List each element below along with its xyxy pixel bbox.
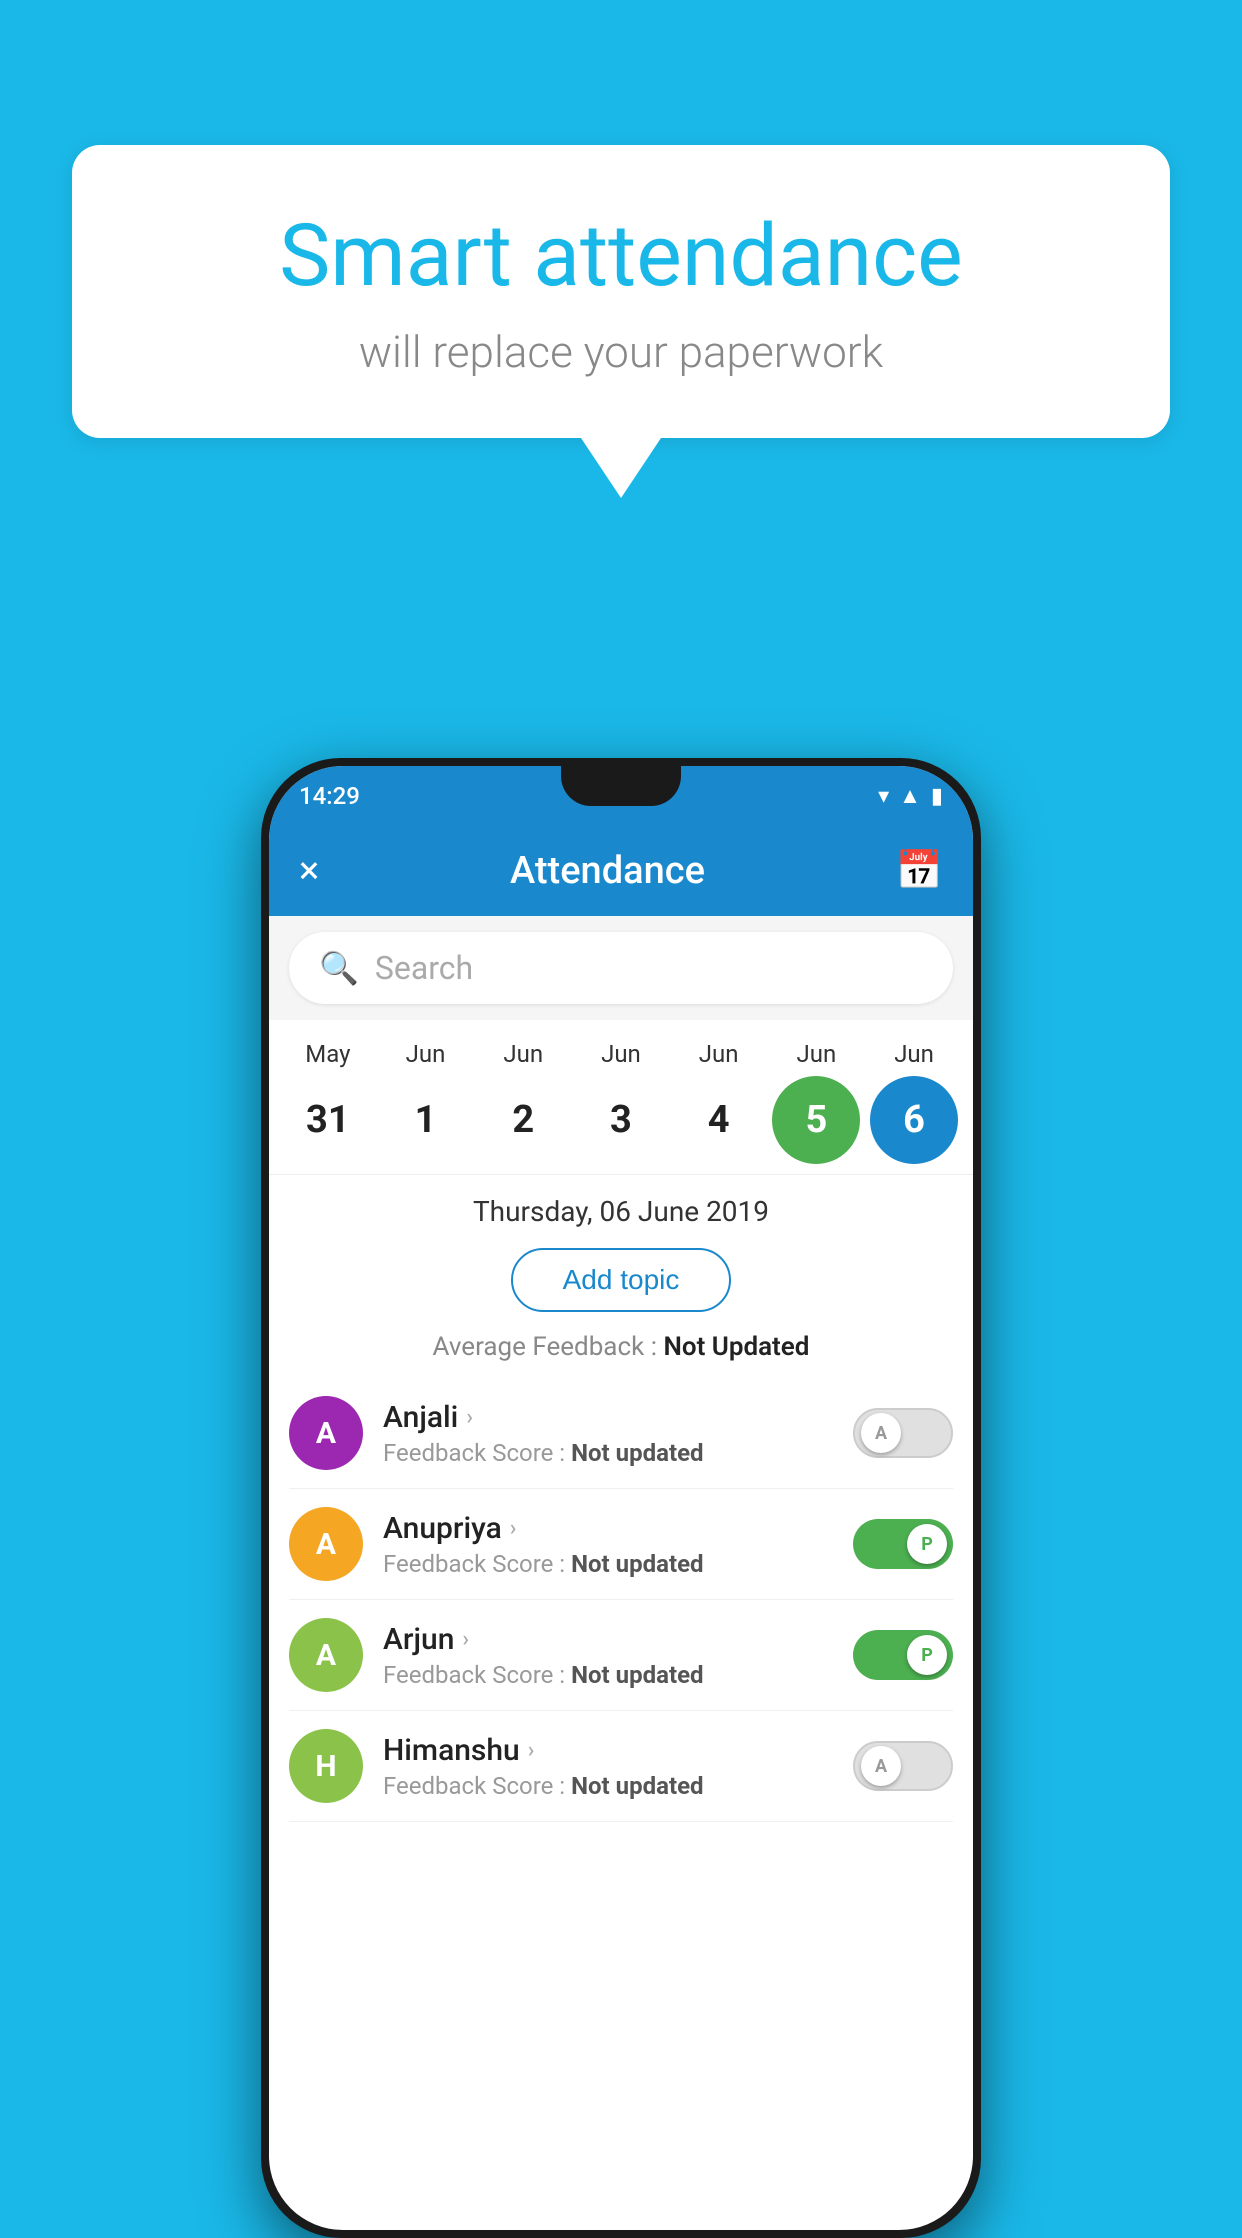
student-item-himanshu: H Himanshu › Feedback Score : Not update…: [289, 1711, 953, 1822]
month-3: Jun: [577, 1040, 665, 1068]
status-icons: ▾ ▲ ▮: [878, 783, 943, 809]
month-4: Jun: [675, 1040, 763, 1068]
student-name-anupriya[interactable]: Anupriya ›: [383, 1511, 833, 1546]
date-4[interactable]: 4: [675, 1076, 763, 1164]
student-list: A Anjali › Feedback Score : Not updated: [269, 1378, 973, 1822]
toggle-anjali[interactable]: A: [853, 1408, 953, 1458]
student-feedback-himanshu: Feedback Score : Not updated: [383, 1772, 833, 1800]
search-bar[interactable]: 🔍 Search: [289, 932, 953, 1004]
signal-icon: ▲: [899, 783, 921, 809]
toggle-track-himanshu: A: [853, 1741, 953, 1791]
student-name-himanshu[interactable]: Himanshu ›: [383, 1733, 833, 1768]
student-item-arjun: A Arjun › Feedback Score : Not updated: [289, 1600, 953, 1711]
close-icon[interactable]: ×: [299, 849, 319, 893]
app-header: × Attendance 📅: [269, 826, 973, 916]
month-row: May Jun Jun Jun Jun Jun Jun: [279, 1040, 963, 1068]
speech-bubble-container: Smart attendance will replace your paper…: [72, 145, 1170, 498]
month-0: May: [284, 1040, 372, 1068]
chevron-right-icon-anupriya: ›: [510, 1516, 517, 1541]
calendar-icon[interactable]: 📅: [896, 849, 943, 893]
student-feedback-anjali: Feedback Score : Not updated: [383, 1439, 833, 1467]
avatar-anupriya: A: [289, 1507, 363, 1581]
toggle-track-anupriya: P: [853, 1519, 953, 1569]
selected-date-text: Thursday, 06 June 2019: [269, 1175, 973, 1238]
toggle-thumb-himanshu: A: [861, 1746, 901, 1786]
toggle-thumb-anjali: A: [861, 1413, 901, 1453]
speech-bubble-subtitle: will replace your paperwork: [152, 326, 1090, 378]
student-item-anjali: A Anjali › Feedback Score : Not updated: [289, 1378, 953, 1489]
status-time: 14:29: [299, 782, 360, 810]
search-placeholder-text: Search: [375, 949, 473, 987]
chevron-right-icon-himanshu: ›: [528, 1738, 535, 1763]
student-info-himanshu: Himanshu › Feedback Score : Not updated: [383, 1733, 833, 1800]
avatar-anjali: A: [289, 1396, 363, 1470]
student-name-arjun[interactable]: Arjun ›: [383, 1622, 833, 1657]
date-2[interactable]: 2: [479, 1076, 567, 1164]
date-31[interactable]: 31: [284, 1076, 372, 1164]
battery-icon: ▮: [931, 784, 943, 809]
toggle-himanshu[interactable]: A: [853, 1741, 953, 1791]
student-info-anupriya: Anupriya › Feedback Score : Not updated: [383, 1511, 833, 1578]
toggle-anupriya[interactable]: P: [853, 1519, 953, 1569]
wifi-icon: ▾: [878, 784, 889, 809]
chevron-right-icon-anjali: ›: [466, 1405, 473, 1430]
student-feedback-anupriya: Feedback Score : Not updated: [383, 1550, 833, 1578]
content-area: Thursday, 06 June 2019 Add topic Average…: [269, 1175, 973, 1822]
avatar-arjun: A: [289, 1618, 363, 1692]
speech-bubble-arrow: [581, 438, 661, 498]
avg-feedback-value: Not Updated: [663, 1332, 809, 1362]
avg-feedback-label: Average Feedback :: [433, 1332, 657, 1362]
month-2: Jun: [479, 1040, 567, 1068]
search-icon: 🔍: [319, 949, 359, 987]
avg-feedback: Average Feedback : Not Updated: [269, 1322, 973, 1378]
phone-frame: 14:29 ▾ ▲ ▮ × Attendance 📅 🔍 Search May …: [261, 758, 981, 2238]
search-bar-container: 🔍 Search: [269, 916, 973, 1020]
student-name-anjali[interactable]: Anjali ›: [383, 1400, 833, 1435]
date-6[interactable]: 6: [870, 1076, 958, 1164]
chevron-right-icon-arjun: ›: [462, 1627, 469, 1652]
month-5: Jun: [772, 1040, 860, 1068]
student-item-anupriya: A Anupriya › Feedback Score : Not update…: [289, 1489, 953, 1600]
date-5[interactable]: 5: [772, 1076, 860, 1164]
toggle-track-arjun: P: [853, 1630, 953, 1680]
phone-inner: 14:29 ▾ ▲ ▮ × Attendance 📅 🔍 Search May …: [269, 766, 973, 2230]
avatar-himanshu: H: [289, 1729, 363, 1803]
student-info-arjun: Arjun › Feedback Score : Not updated: [383, 1622, 833, 1689]
date-1[interactable]: 1: [382, 1076, 470, 1164]
speech-bubble: Smart attendance will replace your paper…: [72, 145, 1170, 438]
month-1: Jun: [382, 1040, 470, 1068]
student-feedback-arjun: Feedback Score : Not updated: [383, 1661, 833, 1689]
phone-notch: [561, 766, 681, 806]
toggle-track-anjali: A: [853, 1408, 953, 1458]
month-6: Jun: [870, 1040, 958, 1068]
app-title: Attendance: [510, 849, 705, 893]
date-row: 31 1 2 3 4 5 6: [279, 1076, 963, 1164]
toggle-thumb-anupriya: P: [907, 1524, 947, 1564]
add-topic-button[interactable]: Add topic: [511, 1248, 732, 1312]
toggle-thumb-arjun: P: [907, 1635, 947, 1675]
date-3[interactable]: 3: [577, 1076, 665, 1164]
calendar-strip: May Jun Jun Jun Jun Jun Jun 31 1 2 3 4 5…: [269, 1020, 973, 1175]
student-info-anjali: Anjali › Feedback Score : Not updated: [383, 1400, 833, 1467]
status-bar: 14:29 ▾ ▲ ▮: [269, 766, 973, 826]
toggle-arjun[interactable]: P: [853, 1630, 953, 1680]
speech-bubble-title: Smart attendance: [152, 205, 1090, 306]
